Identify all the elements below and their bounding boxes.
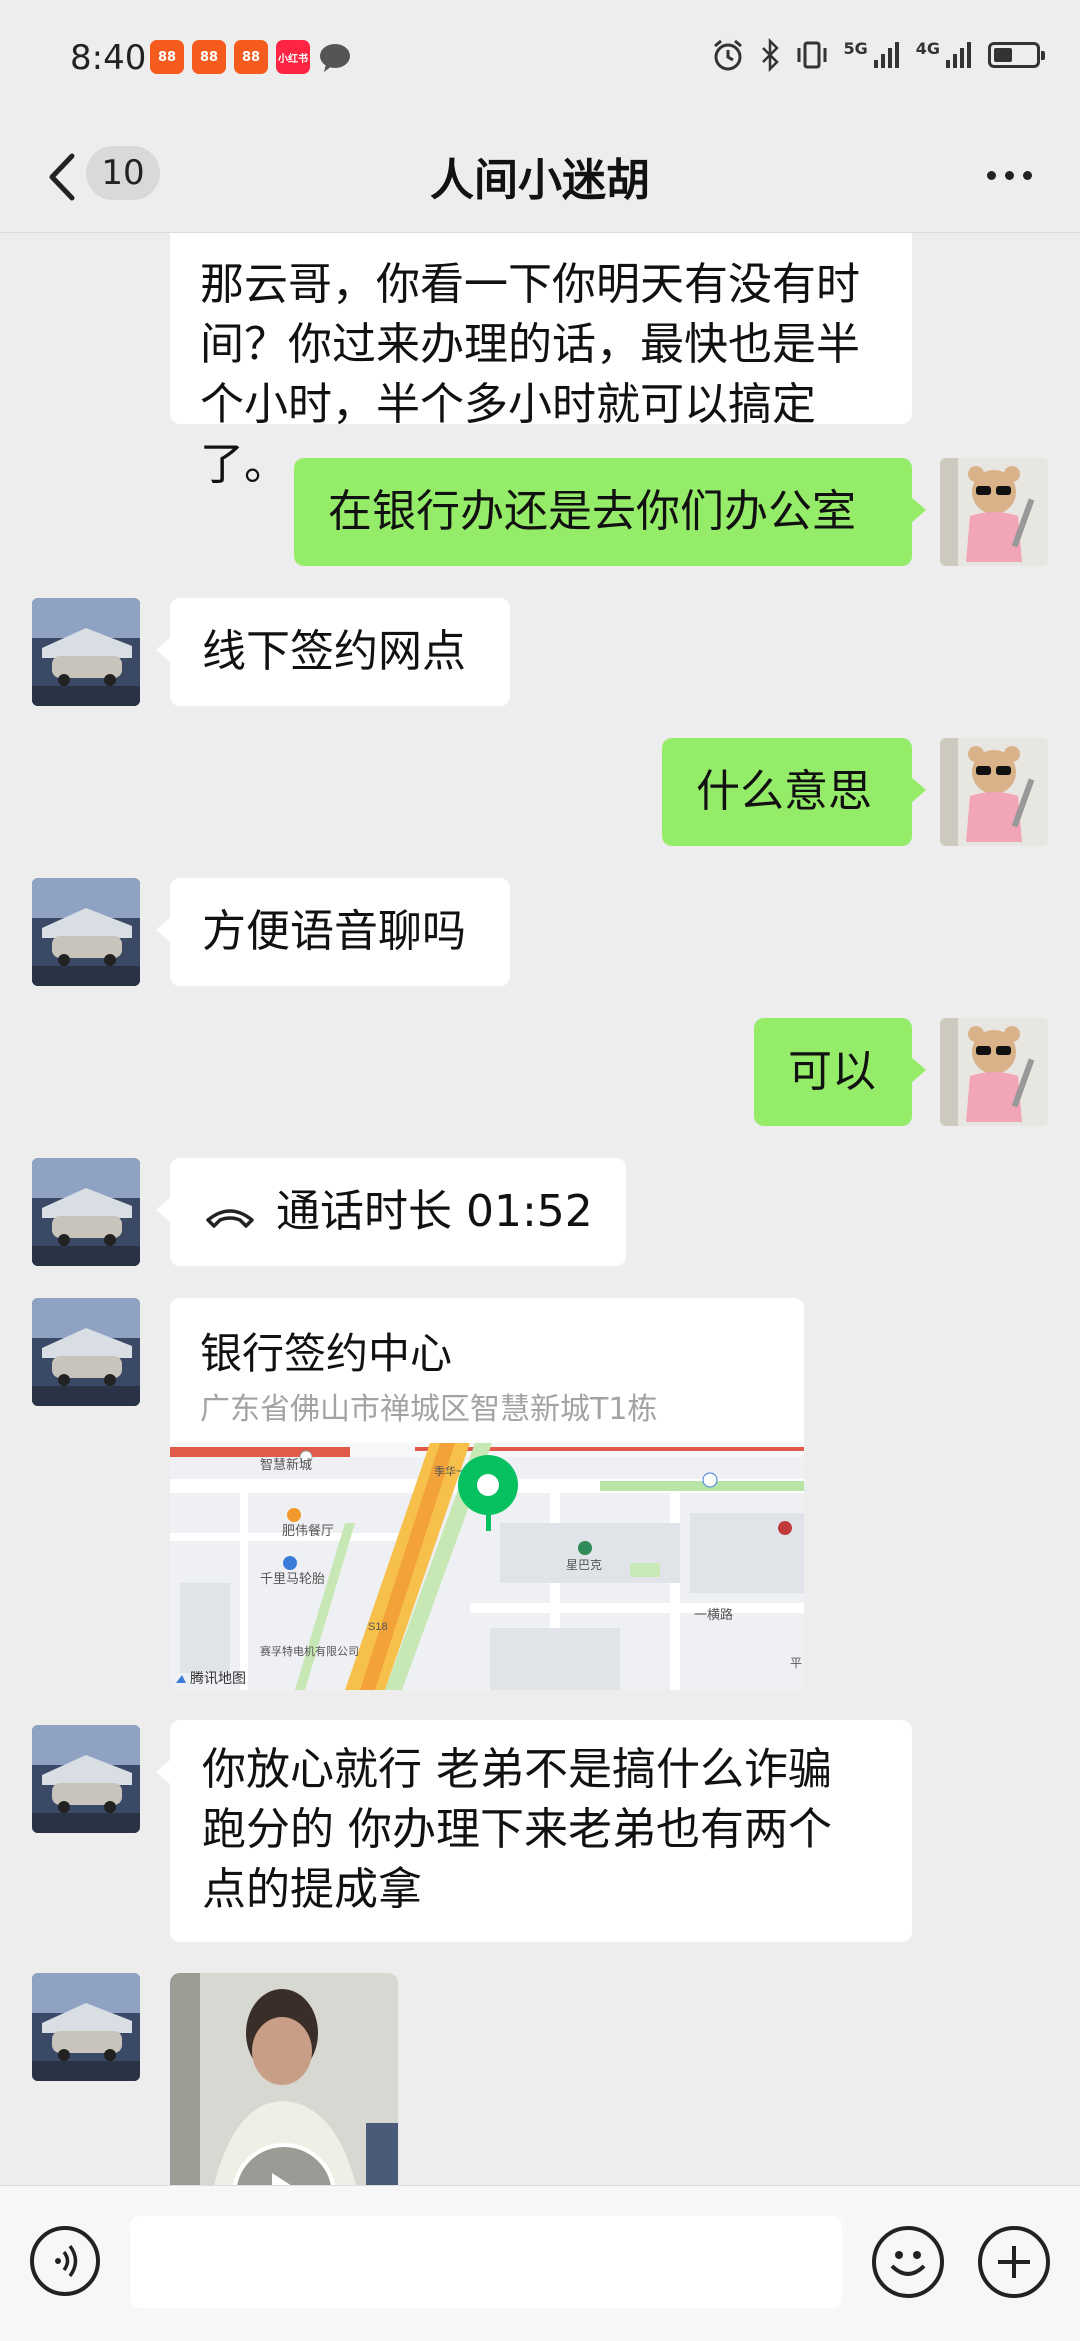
input-toolbar: [0, 2185, 1080, 2341]
xiaohongshu-notification-icon: 小红书: [276, 40, 310, 74]
plus-icon: [998, 2246, 1030, 2278]
message-bubble-received[interactable]: 方便语音聊吗: [156, 878, 510, 986]
location-title: 银行签约中心: [200, 1329, 453, 1378]
message-text-line: 你放心就行 老弟不是搞什么诈骗: [202, 1744, 832, 1795]
status-time: 8:40: [70, 38, 147, 78]
system-status-icons: 5G 4G: [711, 38, 1045, 72]
network-5g-label: 5G: [843, 38, 868, 58]
car-photo-avatar-image: [32, 1298, 140, 1406]
car-photo-avatar-image: [32, 1973, 140, 2081]
message-text-line: 那云哥，你看一下你明天有没有时: [200, 259, 860, 310]
avatar-self[interactable]: [940, 1018, 1048, 1126]
avatar-contact[interactable]: [32, 1158, 140, 1266]
play-button-icon[interactable]: [230, 2141, 338, 2185]
app-notification-icon: 88: [192, 40, 226, 74]
voice-wave-icon: [55, 2244, 78, 2278]
location-map-preview[interactable]: 智慧新城 肥伟餐厅 千里马轮胎 星巴克 一横路 赛孚特电机有限公司 S18 季华…: [170, 1443, 804, 1690]
map-label: 星巴克: [566, 1558, 602, 1572]
message-bubble-received[interactable]: 那云哥，你看一下你明天有没有时 间？你过来办理的话，最快也是半 个小时，半个多小…: [170, 233, 912, 490]
map-label: 千里马轮胎: [260, 1571, 325, 1586]
emoji-button[interactable]: [872, 2226, 944, 2298]
app-notification-icon: 88: [150, 40, 184, 74]
chat-title: 人间小迷胡: [430, 155, 650, 206]
location-message-card[interactable]: 银行签约中心 广东省佛山市禅城区智慧新城T1栋 智慧新城 肥伟餐厅 千里马轮胎 …: [170, 1298, 804, 1690]
message-bubble-received[interactable]: 线下签约网点: [156, 598, 510, 706]
signal-icon: [946, 42, 971, 68]
message-text-line: 间？你过来办理的话，最快也是半: [200, 319, 860, 370]
status-bar: 8:40 88 88 88 小红书 5G 4G: [0, 0, 1080, 120]
map-label: 赛孚特电机有限公司: [260, 1644, 359, 1658]
avatar-contact[interactable]: [32, 1725, 140, 1833]
location-address: 广东省佛山市禅城区智慧新城T1栋: [200, 1392, 658, 1427]
bluetooth-icon: [762, 38, 780, 72]
alarm-icon: [714, 39, 743, 71]
teddy-bear-avatar-image: [940, 458, 1048, 566]
teddy-bear-avatar-image: [940, 738, 1048, 846]
battery-icon: [988, 42, 1045, 68]
avatar-contact[interactable]: [32, 598, 140, 706]
voice-input-button[interactable]: [30, 2226, 100, 2296]
more-functions-button[interactable]: [978, 2226, 1050, 2298]
voice-call-record-bubble[interactable]: 通话时长 01:52: [156, 1158, 626, 1266]
avatar-contact[interactable]: [32, 878, 140, 986]
car-photo-avatar-image: [32, 1158, 140, 1266]
message-bubble-sent[interactable]: 可以: [754, 1018, 926, 1126]
message-bubble-sent[interactable]: 什么意思: [662, 738, 926, 846]
map-label: 平: [790, 1656, 802, 1670]
map-label: S18: [368, 1621, 388, 1633]
chat-message-list[interactable]: 那云哥，你看一下你明天有没有时 间？你过来办理的话，最快也是半 个小时，半个多小…: [0, 233, 1080, 2185]
chat-header: 10 人间小迷胡: [0, 120, 1080, 233]
video-message-thumbnail[interactable]: [170, 1973, 398, 2185]
message-input[interactable]: [130, 2216, 842, 2308]
avatar-contact[interactable]: [32, 1298, 140, 1406]
map-label: 智慧新城: [260, 1457, 312, 1472]
message-bubble-received[interactable]: 你放心就行 老弟不是搞什么诈骗 跑分的 你办理下来老弟也有两个 点的提成拿: [156, 1720, 912, 1942]
map-brand-label: 腾讯地图: [190, 1670, 246, 1686]
car-photo-avatar-image: [32, 598, 140, 706]
network-4g-label: 4G: [915, 38, 940, 58]
map-label: 一横路: [694, 1607, 733, 1622]
more-options-icon[interactable]: [974, 150, 1044, 200]
message-text-line: 跑分的 你办理下来老弟也有两个: [202, 1804, 832, 1855]
app-notification-icon: 88: [234, 40, 268, 74]
message-text-line: 点的提成拿: [202, 1864, 422, 1915]
message-bubble-sent[interactable]: 在银行办还是去你们办公室: [294, 458, 926, 566]
avatar-self[interactable]: [940, 458, 1048, 566]
message-notification-icon: [320, 44, 350, 72]
teddy-bear-avatar-image: [940, 1018, 1048, 1126]
call-duration-text: 通话时长 01:52: [276, 1186, 593, 1237]
vibrate-icon: [797, 41, 827, 69]
map-label: 肥伟餐厅: [282, 1523, 334, 1538]
phone-icon: [206, 1209, 254, 1228]
car-photo-avatar-image: [32, 1725, 140, 1833]
signal-icon: [873, 42, 899, 68]
smiley-icon: [890, 2251, 926, 2276]
avatar-self[interactable]: [940, 738, 1048, 846]
car-photo-avatar-image: [32, 878, 140, 986]
avatar-contact[interactable]: [32, 1973, 140, 2081]
